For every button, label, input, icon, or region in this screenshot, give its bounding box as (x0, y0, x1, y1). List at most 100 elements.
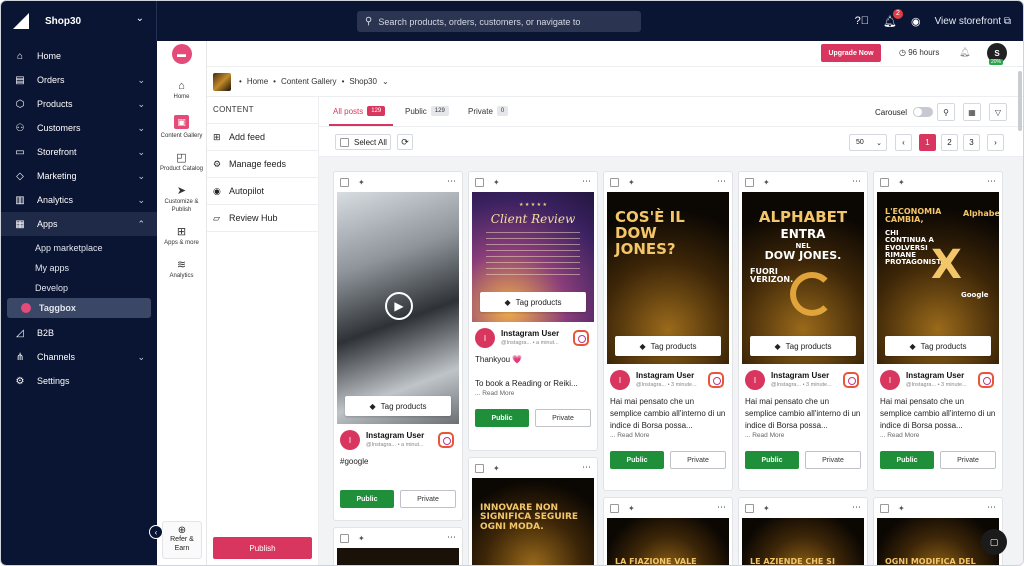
rail-item-product-catalog[interactable]: ◰ Product Catalog (157, 153, 206, 173)
more-icon[interactable]: ⋯ (717, 176, 726, 187)
rail-item-customize-publish[interactable]: ➤ Customize & Publish (157, 186, 206, 214)
pin-icon[interactable]: ✦ (628, 178, 635, 187)
private-button[interactable]: Private (805, 451, 861, 469)
sidebar-item-marketing[interactable]: ◇ Marketing ⌄ (1, 164, 157, 188)
read-more-link[interactable]: ... Read More (604, 432, 732, 439)
tag-products-button[interactable]: ◆ Tag products (345, 396, 451, 416)
checkbox[interactable] (475, 177, 484, 187)
post-media[interactable]: COS'È IL DOW JONES? ◆ Tag products (607, 192, 729, 364)
rail-item-content-gallery[interactable]: ▣ Content Gallery (157, 115, 206, 140)
public-button[interactable]: Public (610, 451, 664, 469)
checkbox[interactable] (880, 177, 889, 187)
sidebar-item-products[interactable]: ⬡ Products ⌄ (1, 92, 157, 116)
post-media[interactable]: LA FIAZIONE VALE ANCHE PER (607, 518, 729, 565)
sidebar-item-channels[interactable]: ⋔ Channels ⌄ (1, 345, 157, 369)
more-icon[interactable]: ⋯ (987, 502, 996, 513)
sidebar-item-customers[interactable]: ⚇ Customers ⌄ (1, 116, 157, 140)
refresh-button[interactable]: ⟳ (397, 134, 413, 150)
sidebar-item-analytics[interactable]: ▥ Analytics ⌄ (1, 188, 157, 212)
checkbox[interactable] (745, 177, 754, 187)
public-button[interactable]: Public (340, 490, 394, 508)
view-storefront-link[interactable]: View storefront ⧉ (935, 16, 1011, 27)
pin-icon[interactable]: ✦ (898, 178, 905, 187)
read-more-link[interactable]: ... Read More (739, 432, 867, 439)
review-hub-item[interactable]: ▱ Review Hub (207, 205, 318, 232)
manage-feeds-item[interactable]: ⚙ Manage feeds (207, 151, 318, 178)
tag-products-button[interactable]: ◆ Tag products (750, 336, 856, 356)
toggle-switch[interactable] (913, 107, 934, 117)
checkbox[interactable] (610, 177, 619, 187)
post-media[interactable] (337, 548, 459, 565)
sidebar-sub-app-marketplace[interactable]: App marketplace (1, 238, 157, 258)
sidebar-item-orders[interactable]: ▤ Orders ⌄ (1, 68, 157, 92)
private-button[interactable]: Private (535, 409, 591, 427)
bell-icon[interactable]: 🔔︎ (959, 47, 970, 58)
more-icon[interactable]: ⋯ (447, 176, 456, 187)
rail-item-home[interactable]: ⌂ Home (157, 81, 206, 101)
breadcrumb-home[interactable]: Home (247, 77, 268, 86)
rail-item-analytics[interactable]: ≋ Analytics (157, 260, 206, 280)
sidebar-item-settings[interactable]: ⚙ Settings (1, 369, 157, 393)
select-all-checkbox[interactable]: Select All (335, 134, 391, 150)
pin-icon[interactable]: ✦ (763, 178, 770, 187)
breadcrumb-content-gallery[interactable]: Content Gallery (281, 77, 337, 86)
filter-button[interactable]: ▽ (989, 103, 1007, 121)
checkbox[interactable] (745, 503, 754, 513)
sidebar-sub-my-apps[interactable]: My apps (1, 258, 157, 278)
checkbox[interactable] (340, 177, 349, 187)
private-button[interactable]: Private (670, 451, 726, 469)
account-icon[interactable]: ◉ (911, 15, 921, 28)
page-3-button[interactable]: 3 (963, 134, 980, 151)
post-media[interactable]: INNOVARE NON SIGNIFICA SEGUIRE OGNI MODA… (472, 478, 594, 565)
sidebar-sub-develop[interactable]: Develop (1, 278, 157, 298)
global-search-input[interactable]: ⚲ Search products, orders, customers, or… (357, 11, 641, 32)
sidebar-item-storefront[interactable]: ▭ Storefront ⌄ (1, 140, 157, 164)
next-page-button[interactable]: › (987, 134, 1004, 151)
rail-item-apps-more[interactable]: ⊞ Apps & more (157, 227, 206, 247)
pin-icon[interactable]: ✦ (493, 178, 500, 187)
sidebar-sub-taggbox[interactable]: Taggbox (7, 298, 151, 318)
more-icon[interactable]: ⋯ (447, 532, 456, 543)
pin-icon[interactable]: ✦ (898, 504, 905, 513)
collapse-sidebar-button[interactable]: ‹ (149, 525, 163, 539)
more-icon[interactable]: ⋯ (987, 176, 996, 187)
play-icon[interactable]: ▶ (385, 292, 413, 320)
sidebar-item-home[interactable]: ⌂ Home (1, 44, 157, 68)
breadcrumb-shop[interactable]: Shop30 (349, 77, 377, 86)
more-icon[interactable]: ⋯ (852, 502, 861, 513)
pin-icon[interactable]: ✦ (358, 534, 365, 543)
post-media[interactable]: L'ECONOMIA CAMBIA, CHI CONTINUA A EVOLVE… (877, 192, 999, 364)
tab-private[interactable]: Private 0 (468, 106, 509, 116)
more-icon[interactable]: ⋯ (852, 176, 861, 187)
sidebar-item-b2b[interactable]: ◿ B2B (1, 321, 157, 345)
more-icon[interactable]: ⋯ (582, 176, 591, 187)
post-media[interactable]: ★ ★ ★ ★ ★ Client Review ◆ Tag products (472, 192, 594, 322)
checkbox[interactable] (880, 503, 889, 513)
more-icon[interactable]: ⋯ (717, 502, 726, 513)
chat-button[interactable]: ▢ (981, 529, 1007, 555)
pin-icon[interactable]: ✦ (358, 178, 365, 187)
prev-page-button[interactable]: ‹ (895, 134, 912, 151)
tab-public[interactable]: Public 129 (405, 106, 449, 116)
public-button[interactable]: Public (475, 409, 529, 427)
calendar-button[interactable]: ▦ (963, 103, 981, 121)
public-button[interactable]: Public (880, 451, 934, 469)
read-more-link[interactable]: ... Read More (469, 390, 597, 397)
read-more-link[interactable]: ... Read More (874, 432, 1002, 439)
scrollbar[interactable] (1018, 71, 1022, 131)
autopilot-item[interactable]: ◉ Autopilot (207, 178, 318, 205)
tag-products-button[interactable]: ◆ Tag products (615, 336, 721, 356)
post-media[interactable]: LE AZIENDE CHE SI ADATTANO CONTINUANO (742, 518, 864, 565)
checkbox[interactable] (475, 463, 484, 473)
carousel-toggle[interactable]: Carousel (875, 107, 934, 117)
public-button[interactable]: Public (745, 451, 799, 469)
tag-products-button[interactable]: ◆ Tag products (480, 292, 586, 312)
private-button[interactable]: Private (400, 490, 456, 508)
post-media[interactable]: ALPHABET ENTRA NEL DOW JONES. FUORI VERI… (742, 192, 864, 364)
sidebar-item-apps[interactable]: ▦ Apps ⌃ (1, 212, 157, 236)
search-button[interactable]: ⚲ (937, 103, 955, 121)
page-2-button[interactable]: 2 (941, 134, 958, 151)
more-icon[interactable]: ⋯ (582, 462, 591, 473)
refer-earn-button[interactable]: ⊕ Refer & Earn (162, 521, 202, 559)
checkbox[interactable] (610, 503, 619, 513)
